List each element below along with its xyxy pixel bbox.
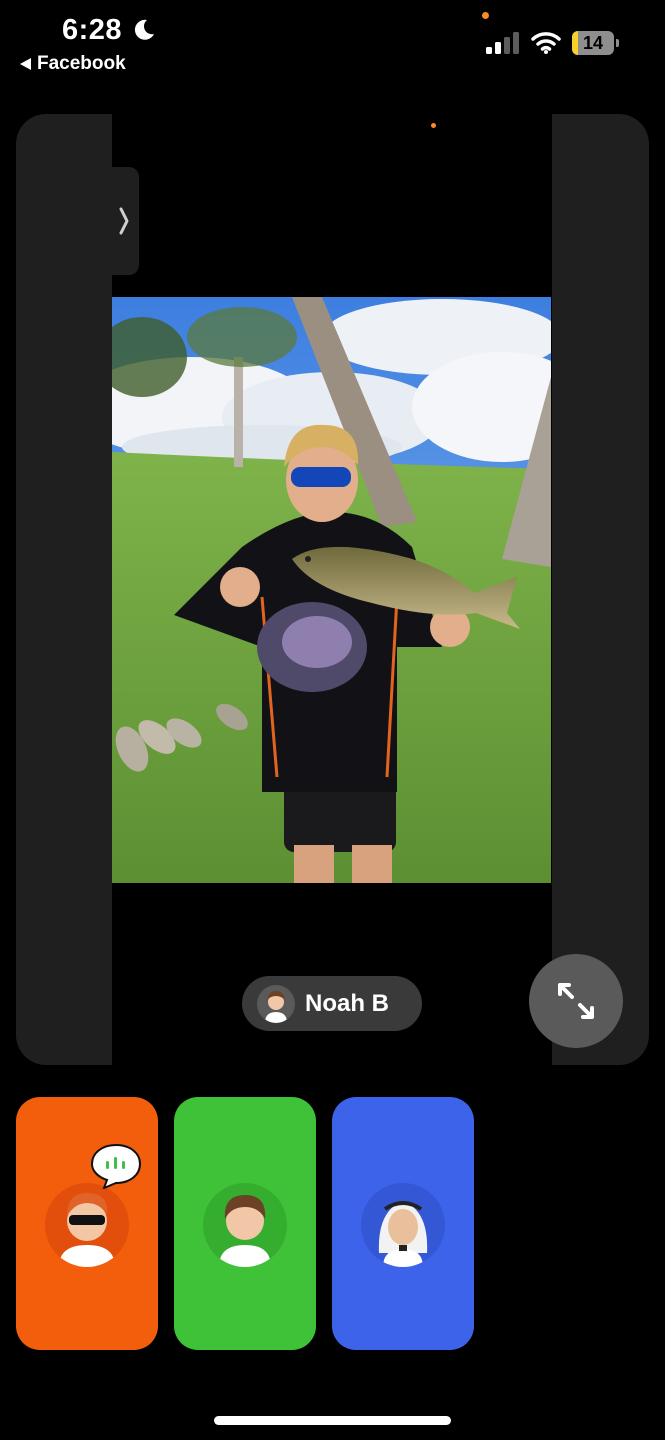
avatar [257,984,295,1023]
moon-icon [134,19,154,40]
status-time: 6:28 [62,14,123,46]
avatar [45,1183,129,1267]
speaking-bubble-icon [90,1143,142,1189]
side-panel-handle[interactable] [112,167,139,275]
participant-tile-2[interactable] [174,1097,316,1350]
expand-arrows-icon [558,983,594,1019]
active-speaker-name-pill[interactable]: Noah B [242,976,422,1031]
home-indicator[interactable] [214,1416,451,1425]
avatar [203,1183,287,1267]
privacy-indicator-dot [482,12,489,19]
back-arrow-icon [20,58,31,70]
participant-tile-1[interactable] [16,1097,158,1350]
signal-icon [486,32,519,54]
back-to-app-link[interactable]: Facebook [20,53,126,75]
back-app-label: Facebook [37,53,126,74]
active-speaker-name: Noah B [305,989,389,1017]
participant-tile-3[interactable] [332,1097,474,1350]
chevron-right-icon [119,207,129,235]
shared-photo-boy-holding-fish [112,297,551,883]
avatar [361,1183,445,1267]
battery-level: 14 [582,33,604,53]
recording-dot [431,123,436,128]
wifi-icon [531,32,561,54]
expand-button[interactable] [529,954,623,1048]
battery-icon: 14 [572,31,620,55]
